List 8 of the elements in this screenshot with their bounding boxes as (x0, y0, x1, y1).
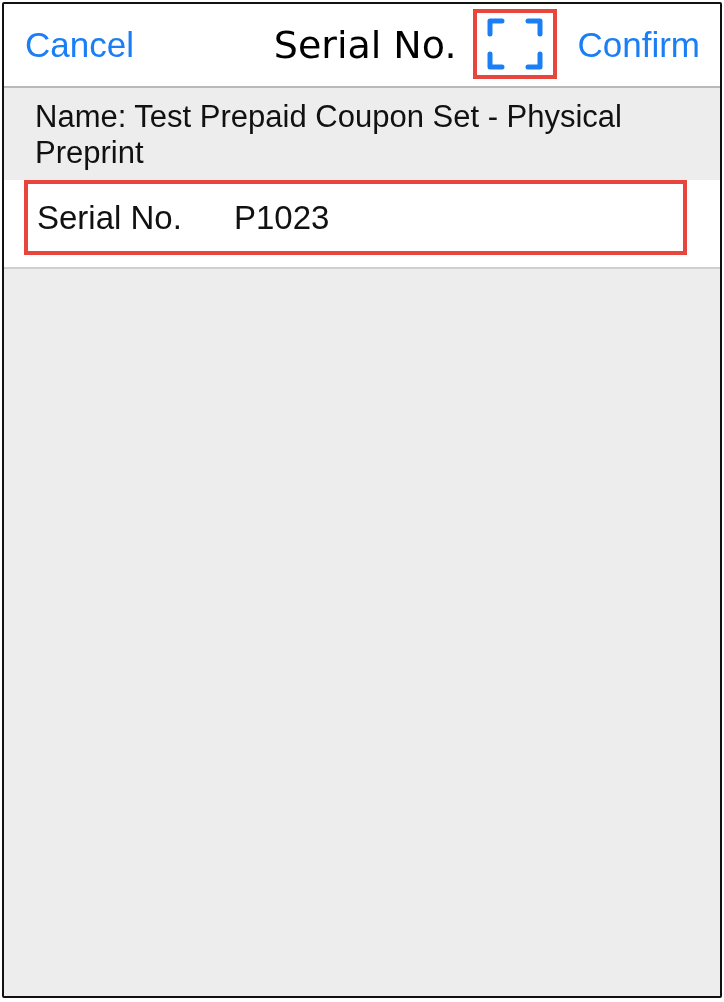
serial-input[interactable]: P1023 (234, 197, 330, 238)
scan-button[interactable] (473, 9, 558, 79)
page-title: Serial No. (273, 23, 457, 67)
coupon-name: Name: Test Prepaid Coupon Set - Physical Preprint (35, 99, 623, 171)
scan-icon (487, 18, 544, 70)
field-label: Serial No. (37, 197, 183, 238)
confirm-button[interactable]: Confirm (577, 25, 700, 65)
cancel-button[interactable]: Cancel (25, 25, 134, 65)
